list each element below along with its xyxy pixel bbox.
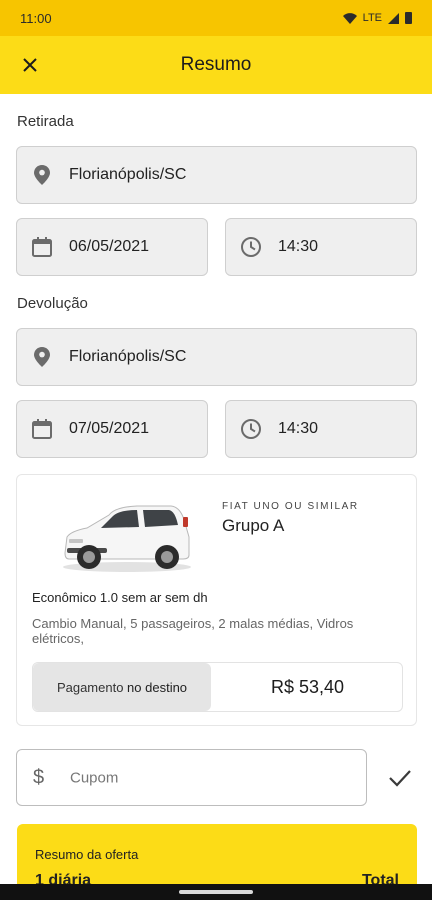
pickup-date-field[interactable]: 06/05/2021	[16, 218, 208, 276]
summary-content: Retirada Florianópolis/SC 06/05/2021 14:…	[0, 94, 432, 884]
home-gesture-handle[interactable]	[179, 890, 253, 894]
close-icon	[23, 58, 37, 72]
network-label: LTE	[362, 12, 382, 24]
car-features: Cambio Manual, 5 passageiros, 2 malas mé…	[32, 616, 354, 646]
return-location-value: Florianópolis/SC	[69, 348, 187, 365]
location-pin-icon	[31, 164, 53, 186]
price-value: R$ 53,40	[270, 676, 345, 697]
status-time: 11:00	[20, 10, 52, 26]
return-date-value: 07/05/2021	[69, 420, 150, 437]
car-card: FIAT UNO OU SIMILAR Grupo A Econômico 1.…	[16, 474, 417, 726]
return-location-field[interactable]: Florianópolis/SC	[16, 328, 417, 386]
calendar-icon	[31, 236, 53, 258]
calendar-icon	[31, 418, 53, 440]
pickup-location-value: Florianópolis/SC	[69, 166, 187, 183]
offer-summary: Resumo da oferta 1 diária Total	[17, 824, 417, 884]
offer-summary-title: Resumo da oferta	[35, 847, 139, 862]
pickup-time-field[interactable]: 14:30	[225, 218, 417, 276]
check-icon	[389, 770, 411, 787]
coupon-input[interactable]: $ Cupom	[16, 749, 367, 806]
payment-box: Pagamento no destino R$ 53,40	[32, 662, 403, 712]
wifi-icon	[342, 12, 357, 24]
return-time-field[interactable]: 14:30	[225, 400, 417, 458]
offer-days: 1 diária	[35, 872, 92, 884]
pickup-label: Retirada	[17, 113, 74, 130]
app-bar: Resumo	[0, 36, 432, 94]
pickup-date-value: 06/05/2021	[69, 238, 150, 255]
pickup-location-field[interactable]: Florianópolis/SC	[16, 146, 417, 204]
page-title: Resumo	[180, 54, 252, 75]
signal-icon	[388, 12, 399, 24]
car-image	[63, 505, 191, 572]
payment-method-label: Pagamento no destino	[33, 663, 211, 711]
pickup-time-value: 14:30	[278, 238, 319, 255]
battery-icon	[405, 12, 412, 24]
car-model-subtitle: FIAT UNO OU SIMILAR	[222, 501, 359, 512]
coupon-placeholder: Cupom	[70, 769, 119, 786]
clock-icon	[240, 236, 262, 258]
offer-total-label: Total	[361, 872, 399, 884]
close-button[interactable]	[14, 49, 46, 81]
car-description: Econômico 1.0 sem ar sem dh	[32, 590, 208, 605]
car-group-title: Grupo A	[222, 516, 285, 535]
system-nav-bar	[0, 884, 432, 900]
status-bar: 11:00 LTE	[0, 0, 432, 36]
location-pin-icon	[31, 346, 53, 368]
payment-prefix: Pagamento	[56, 679, 128, 695]
payment-emphasis: no destino	[127, 679, 188, 695]
return-time-value: 14:30	[278, 420, 319, 437]
clock-icon	[240, 418, 262, 440]
status-icons: LTE	[342, 12, 412, 24]
dollar-icon: $	[33, 766, 45, 788]
return-label: Devolução	[17, 295, 88, 312]
apply-coupon-button[interactable]	[384, 762, 416, 794]
return-date-field[interactable]: 07/05/2021	[16, 400, 208, 458]
